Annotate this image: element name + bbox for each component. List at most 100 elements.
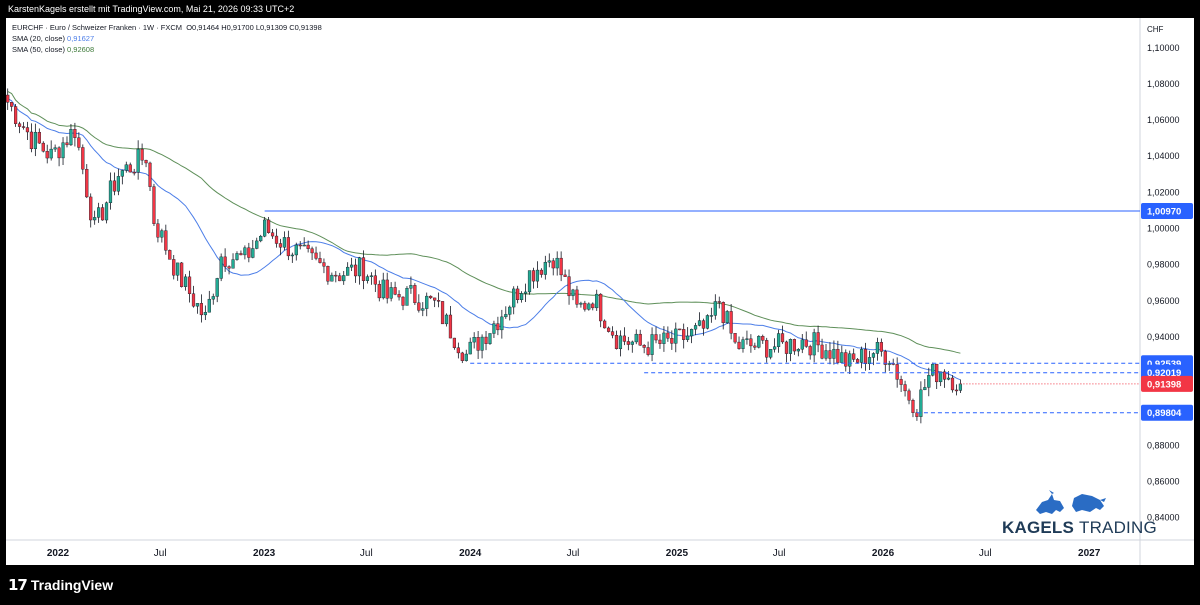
candle-body [397,294,401,298]
candle-body [792,339,796,352]
y-tick-label: 0,88000 [1147,440,1180,450]
tradingview-logo[interactable]: 17 TradingView [8,576,113,594]
sma20-value: 0,91627 [67,34,95,43]
candle-body [654,334,658,341]
candle-body [642,345,646,348]
candle-body [852,353,856,360]
candle-body [788,339,793,354]
candle-body [436,300,441,302]
candle-body [658,339,662,344]
level-price-label: 0,89804 [1147,408,1182,419]
candle-body [460,352,464,361]
candle-body [832,348,836,359]
candle-body [41,142,45,152]
y-tick-label: 1,00000 [1147,223,1180,233]
candle-body [282,237,287,248]
candle-body [468,341,472,355]
candle-body [606,327,611,332]
candle-body [875,342,879,354]
candle-body [488,333,492,344]
chart-panel[interactable]: CHF 1,10000 1,08000 1,06000 1,04000 1,02000 1,… [6,18,1194,565]
candle-body [670,338,674,344]
candle-body [452,337,457,348]
candle-body [108,180,113,204]
candle-body [152,186,156,224]
candle-body [828,350,832,359]
candle-body [911,400,915,413]
candle-body [662,332,666,344]
candle-body [721,302,725,324]
price-chart[interactable]: CHF 1,10000 1,08000 1,06000 1,04000 1,02000 1,… [6,18,1194,565]
candle-body [512,288,516,308]
candle-body [836,348,840,363]
candle-body [417,302,421,311]
candle-body [630,341,634,345]
candle-body [935,363,939,383]
candle-body [239,253,243,256]
candle-body [816,332,820,346]
y-tick-label: 1,08000 [1147,79,1180,89]
sma20-row[interactable]: SMA (20, close) 0,91627 [12,33,322,44]
candle-body [61,142,65,159]
candle-body [124,164,128,171]
candle-body [610,331,615,336]
candle-body [180,262,184,287]
candle-body [622,335,626,342]
y-tick-label: 1,02000 [1147,187,1180,197]
candle-body [508,306,512,315]
candle-body [812,332,816,356]
candle-body [599,293,603,322]
sma50-row[interactable]: SMA (50, close) 0,92608 [12,44,322,55]
candle-body [780,333,785,343]
symbol-row[interactable]: EURCHF · Euro / Schweizer Franken · 1W ·… [12,22,322,33]
candle-body [195,303,200,307]
x-tick-label: 2027 [1078,548,1101,559]
candle-body [65,142,69,146]
candle-body [535,269,540,282]
y-tick-label: 0,96000 [1147,296,1180,306]
tradingview-wordmark: TradingView [30,577,114,593]
candle-body [650,334,654,355]
candle-body [559,257,563,276]
candle-body [259,235,263,242]
candle-body [571,289,575,297]
candle-body [757,336,761,348]
candle-body [405,288,409,306]
candle-body [527,270,532,293]
candle-body [784,341,789,354]
candle-body [377,283,381,299]
candle-body [859,349,864,363]
candle-body [939,371,943,383]
candle-body [409,285,413,289]
candle-body [618,335,623,350]
candle-body [705,315,710,329]
candle-body [112,180,117,192]
candle-body [144,159,148,164]
candle-body [614,335,619,350]
candle-body [97,207,101,218]
candle-body [646,347,650,355]
candle-body [456,347,460,354]
x-tick-label: 2025 [666,548,689,559]
candle-body [729,311,733,334]
candle-body [57,147,61,159]
candle-body [543,261,547,275]
candle-body [848,353,852,367]
candle-body [231,259,235,269]
candle-body [85,168,89,198]
candle-body [804,339,808,347]
candle-body [89,196,93,221]
candle-body [907,390,911,401]
candle-body [717,301,721,303]
candle-body [484,336,488,344]
candle-body [769,349,773,358]
candle-body [867,357,872,364]
candle-body [634,333,638,343]
candle-body [587,303,591,310]
y-tick-label: 0,94000 [1147,332,1180,342]
candle-body [207,298,211,313]
candle-body [583,302,587,310]
x-tick-label: Jul [773,548,786,559]
candle-body [37,131,41,144]
candle-body [749,338,753,347]
